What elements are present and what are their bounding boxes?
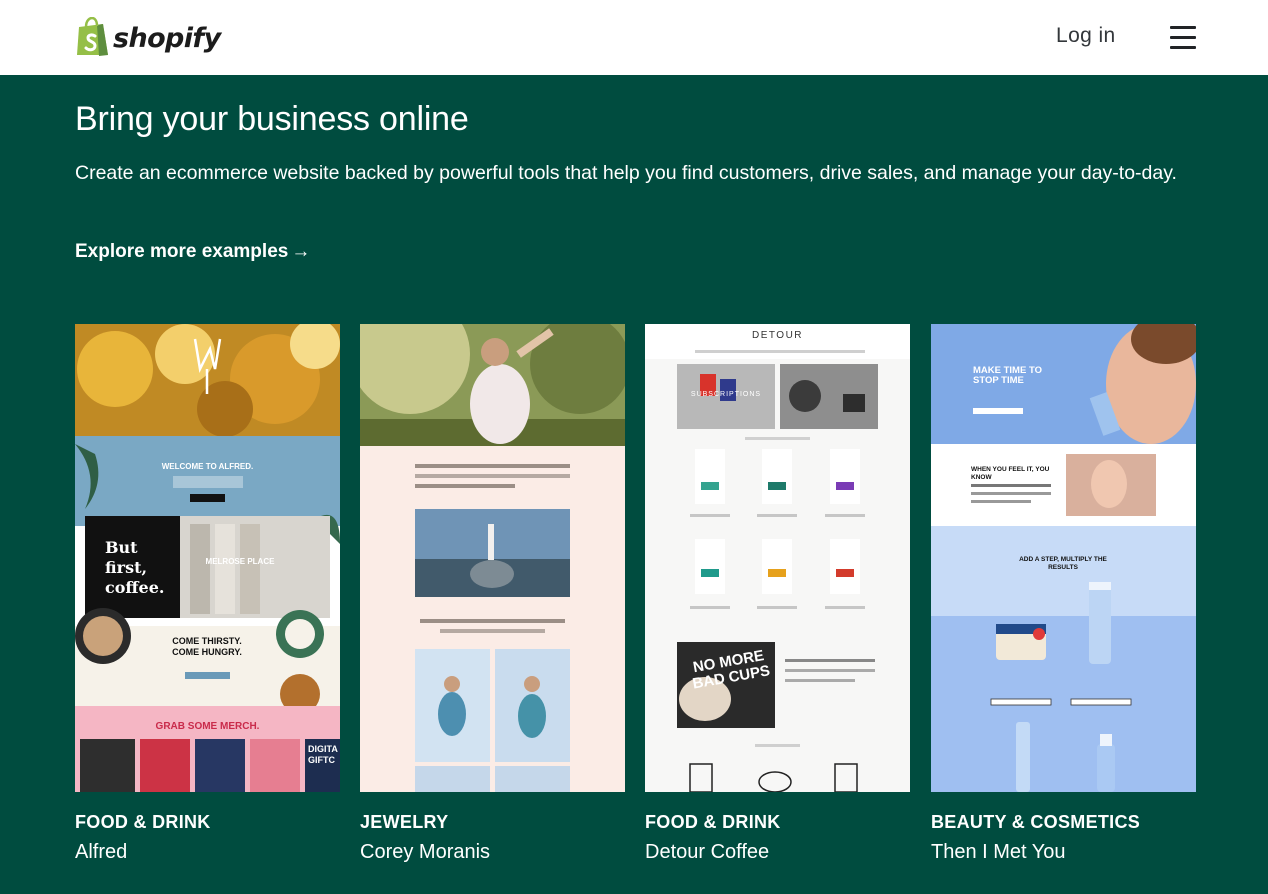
login-link[interactable]: Log in: [1056, 24, 1116, 48]
example-category: JEWELRY: [360, 812, 449, 832]
hamburger-menu-icon[interactable]: [1170, 26, 1196, 49]
example-card-detour-coffee[interactable]: DETOUR SUBSCRIPTIONS NO MORE BAD CUPS FO…: [645, 324, 910, 864]
top-navigation-bar: shopify Log in: [0, 0, 1268, 75]
alfred-come-thirsty: COME THIRSTY. COME HUNGRY.: [172, 636, 242, 657]
explore-label: Explore more examples: [75, 241, 289, 262]
store-screenshot-corey-moranis: [360, 324, 625, 792]
hero-subtitle: Create an ecommerce website backed by po…: [75, 162, 1177, 184]
arrow-right-icon: →: [291, 241, 311, 262]
example-card-corey-moranis[interactable]: JEWELRY Corey Moranis: [360, 324, 625, 864]
example-store-name: Then I Met You: [931, 841, 1066, 863]
example-card-then-i-met-you[interactable]: MAKE TIME TO STOP TIME WHEN YOU FEEL IT,…: [931, 324, 1196, 864]
timy-add-a-step: ADD A STEP, MULTIPLY THE RESULTS: [1019, 556, 1107, 571]
page-title: Bring your business online: [75, 100, 469, 138]
example-card-alfred[interactable]: WELCOME TO ALFRED. But first, coffee. ME…: [75, 324, 340, 864]
shopify-bag-icon: [77, 17, 108, 56]
detour-brand: DETOUR: [751, 330, 804, 341]
alfred-grab-merch: GRAB SOME MERCH.: [155, 721, 260, 732]
store-screenshot-detour-coffee: DETOUR SUBSCRIPTIONS NO MORE BAD CUPS: [645, 324, 910, 792]
example-store-name: Alfred: [75, 841, 128, 863]
alfred-but-first-coffee: But first, coffee.: [105, 538, 165, 597]
example-category: FOOD & DRINK: [645, 812, 781, 832]
shopify-logo-link[interactable]: shopify: [75, 17, 221, 57]
example-store-name: Corey Moranis: [360, 841, 491, 863]
example-store-name: Detour Coffee: [645, 841, 770, 863]
store-screenshot-alfred: WELCOME TO ALFRED. But first, coffee. ME…: [75, 324, 340, 792]
example-category: FOOD & DRINK: [75, 812, 211, 832]
detour-subscriptions: SUBSCRIPTIONS: [690, 391, 762, 398]
store-screenshot-then-i-met-you: MAKE TIME TO STOP TIME WHEN YOU FEEL IT,…: [931, 324, 1196, 792]
timy-when-you-feel: WHEN YOU FEEL IT, YOU KNOW: [971, 466, 1050, 481]
corey-moranis-collage: [360, 324, 625, 792]
alfred-melrose-place: MELROSE PLACE: [205, 557, 275, 566]
explore-more-examples-link[interactable]: Explore more examples →: [75, 241, 310, 263]
alfred-our-story-button: [190, 494, 225, 502]
timy-make-time: MAKE TIME TO STOP TIME: [973, 365, 1042, 386]
alfred-digital-gift: DIGITA GIFTC: [308, 744, 338, 765]
brand-wordmark: shopify: [113, 22, 221, 54]
example-category: BEAUTY & COSMETICS: [931, 812, 1141, 832]
alfred-welcome-body: [173, 476, 243, 488]
alfred-welcome-heading: WELCOME TO ALFRED.: [161, 462, 254, 471]
